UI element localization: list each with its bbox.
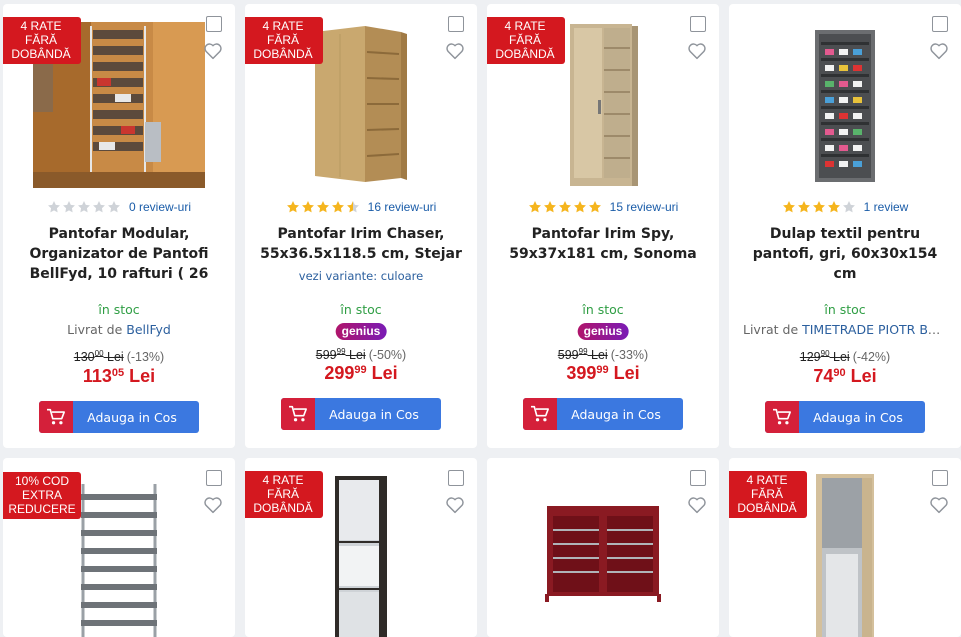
discount-percent: (-42%) <box>852 350 891 365</box>
cart-icon <box>39 401 73 433</box>
product-title[interactable]: Pantofar Irim Chaser, 55x36.5x118.5 cm, … <box>259 224 463 264</box>
compare-checkbox[interactable] <box>690 16 706 32</box>
current-price: 11305 Lei <box>82 366 156 386</box>
rating-stars <box>286 200 360 214</box>
seller-link[interactable]: TIMETRADE PIOTR BO... <box>802 322 947 337</box>
heart-icon[interactable] <box>687 42 707 60</box>
discount-percent: (-50%) <box>368 348 407 363</box>
seller-info: Livrat de BellFyd <box>17 322 221 337</box>
product-card[interactable]: 10% COD EXTRA REDUCERE <box>3 458 235 637</box>
old-price-dec: 00 <box>94 349 104 358</box>
add-to-cart-button[interactable]: Adauga in Cos <box>765 401 925 433</box>
installments-badge: 4 RATE FĂRĂ DOBÂNDĂ <box>245 17 323 64</box>
old-price-currency: Lei <box>349 348 366 363</box>
product-card[interactable]: 1 review Dulap textil pentru pantofi, gr… <box>729 4 961 448</box>
heart-icon[interactable] <box>929 42 949 60</box>
compare-checkbox[interactable] <box>448 16 464 32</box>
old-price-row: 12990 Lei (-42%) <box>729 349 961 364</box>
compare-checkbox[interactable] <box>206 16 222 32</box>
rating-row: 1 review <box>729 200 961 214</box>
rating-row: 15 review-uri <box>487 200 719 214</box>
heart-icon[interactable] <box>203 42 223 60</box>
rating-row: 16 review-uri <box>245 200 477 214</box>
compare-checkbox[interactable] <box>448 470 464 486</box>
current-price: 29999 Lei <box>324 363 398 383</box>
product-image[interactable] <box>487 502 719 602</box>
old-price-dec: 99 <box>578 347 588 356</box>
seller-prefix: Livrat de <box>743 322 803 337</box>
old-price-dec: 90 <box>820 349 830 358</box>
cart-icon <box>523 398 557 430</box>
review-count-link[interactable]: 16 review-uri <box>368 200 437 214</box>
add-to-cart-button[interactable]: Adauga in Cos <box>523 398 683 430</box>
cart-icon <box>765 401 799 433</box>
product-image[interactable] <box>729 28 961 184</box>
current-price: 7490 Lei <box>813 366 877 386</box>
promo-code-badge: 10% COD EXTRA REDUCERE <box>3 472 81 519</box>
installments-badge: 4 RATE FĂRĂ DOBÂNDĂ <box>729 471 807 518</box>
installments-badge: 4 RATE FĂRĂ DOBÂNDĂ <box>487 17 565 64</box>
review-count-link[interactable]: 1 review <box>864 200 909 214</box>
rating-stars <box>47 200 121 214</box>
stock-status: în stoc <box>582 302 624 317</box>
seller-info: Livrat de TIMETRADE PIOTR BO... <box>743 322 947 337</box>
installments-badge: 4 RATE FĂRĂ DOBÂNDĂ <box>245 471 323 518</box>
old-price-int: 599 <box>315 348 337 363</box>
stock-status: în stoc <box>824 302 866 317</box>
genius-badge: genius <box>577 323 629 340</box>
add-to-cart-button[interactable]: Adauga in Cos <box>39 401 199 433</box>
old-price-currency: Lei <box>107 350 124 365</box>
add-to-cart-label: Adauga in Cos <box>329 406 419 422</box>
product-title[interactable]: Pantofar Modular, Organizator de Pantofi… <box>17 224 221 284</box>
add-to-cart-label: Adauga in Cos <box>813 409 903 425</box>
product-grid: 4 RATE FĂRĂ DOBÂNDĂ 0 review-uri Pantofa… <box>0 0 961 637</box>
rating-stars <box>782 200 856 214</box>
old-price-row: 59999 Lei (-33%) <box>487 347 719 362</box>
compare-checkbox[interactable] <box>932 16 948 32</box>
old-price-row: 59999 Lei (-50%) <box>245 347 477 362</box>
rating-row: 0 review-uri <box>3 200 235 214</box>
old-price-int: 130 <box>73 350 95 365</box>
add-to-cart-label: Adauga in Cos <box>571 406 661 422</box>
product-card[interactable] <box>487 458 719 637</box>
old-price-int: 129 <box>799 350 821 365</box>
stock-status: în stoc <box>340 302 382 317</box>
rating-stars <box>528 200 602 214</box>
variants-link[interactable]: vezi variante: culoare <box>245 269 477 283</box>
current-price: 39999 Lei <box>566 363 640 383</box>
old-price-row: 13000 Lei (-13%) <box>3 349 235 364</box>
discount-percent: (-13%) <box>126 350 165 365</box>
product-card[interactable]: 4 RATE FĂRĂ DOBÂNDĂ <box>729 458 961 637</box>
review-count-link[interactable]: 0 review-uri <box>129 200 191 214</box>
heart-icon[interactable] <box>445 496 465 514</box>
seller-link[interactable]: BellFyd <box>126 322 171 337</box>
product-card[interactable]: 4 RATE FĂRĂ DOBÂNDĂ <box>3 4 235 448</box>
heart-icon[interactable] <box>203 496 223 514</box>
product-card[interactable]: 4 RATE FĂRĂ DOBÂNDĂ <box>245 4 477 448</box>
compare-checkbox[interactable] <box>690 470 706 486</box>
installments-badge: 4 RATE FĂRĂ DOBÂNDĂ <box>3 17 81 64</box>
old-price-dec: 99 <box>336 347 346 356</box>
heart-icon[interactable] <box>929 496 949 514</box>
genius-badge: genius <box>335 323 387 340</box>
seller-prefix: Livrat de <box>67 322 127 337</box>
old-price-currency: Lei <box>833 350 850 365</box>
compare-checkbox[interactable] <box>206 470 222 486</box>
cart-icon <box>281 398 315 430</box>
add-to-cart-button[interactable]: Adauga in Cos <box>281 398 441 430</box>
old-price-currency: Lei <box>591 348 608 363</box>
old-price-int: 599 <box>557 348 579 363</box>
product-title[interactable]: Dulap textil pentru pantofi, gri, 60x30x… <box>743 224 947 284</box>
heart-icon[interactable] <box>687 496 707 514</box>
product-card[interactable]: 4 RATE FĂRĂ DOBÂNDĂ <box>245 458 477 637</box>
heart-icon[interactable] <box>445 42 465 60</box>
add-to-cart-label: Adauga in Cos <box>87 409 177 425</box>
review-count-link[interactable]: 15 review-uri <box>610 200 679 214</box>
product-card[interactable]: 4 RATE FĂRĂ DOBÂNDĂ <box>487 4 719 448</box>
product-title[interactable]: Pantofar Irim Spy, 59x37x181 cm, Sonoma <box>501 224 705 264</box>
discount-percent: (-33%) <box>610 348 649 363</box>
compare-checkbox[interactable] <box>932 470 948 486</box>
stock-status: în stoc <box>98 302 140 317</box>
